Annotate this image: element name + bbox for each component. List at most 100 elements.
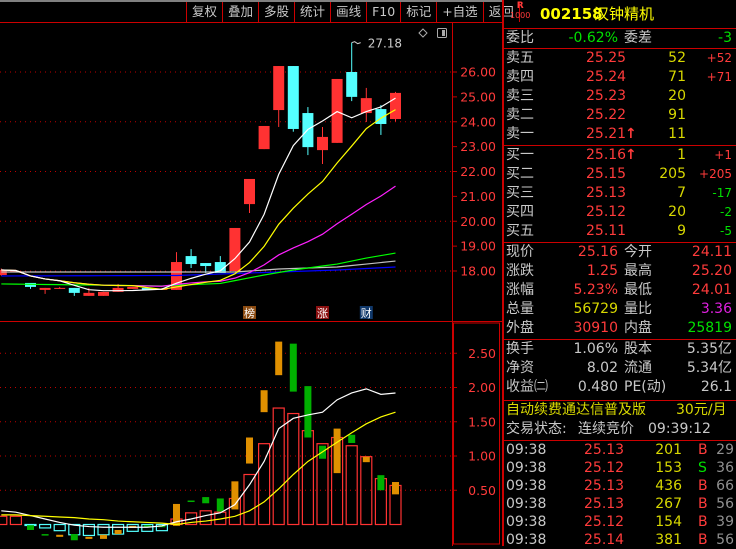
indicator-bar-down <box>41 534 49 536</box>
candle-up <box>273 66 285 111</box>
volume-bar-down <box>53 523 66 532</box>
indicator-bar-down <box>289 343 297 392</box>
asks-row[interactable]: 卖四 25.24 71 +71 <box>506 68 734 87</box>
indicator-bar-down <box>187 500 195 503</box>
indicator-bar-up <box>333 428 341 474</box>
kline-chart[interactable]: 26.00 25.00 24.00 23.00 22.00 21.00 20.00 19.00… <box>0 0 502 546</box>
bids-row[interactable]: 买五 25.11 9 -5 <box>506 222 734 241</box>
lower-axis-label: 1.00 <box>468 449 496 464</box>
candle-up <box>331 78 343 143</box>
quote-row: 现价 25.16 今开 24.11 <box>506 244 732 260</box>
lower-axis-label: 1.50 <box>468 414 496 429</box>
bids-row[interactable]: 买四 25.12 20 -2 <box>506 203 734 222</box>
price-axis-label: 19.00 <box>460 239 496 254</box>
price-axis-label: 18.00 <box>460 264 496 279</box>
candle-up <box>127 286 139 289</box>
price-axis-label: 20.00 <box>460 214 496 229</box>
indicator-bar-up <box>56 534 64 537</box>
volume-bar-up <box>345 445 358 526</box>
indicator-bar-up <box>85 536 93 539</box>
candle-up <box>229 227 241 271</box>
candle-up <box>317 136 328 151</box>
bids-row[interactable]: 买三 25.13 7 -17 <box>506 184 734 203</box>
indicator-bar-up <box>275 341 283 376</box>
volume-bar-up <box>287 412 300 526</box>
indicator-bar-down <box>348 434 356 443</box>
finance-row: 净资 8.02 流通 5.34亿 <box>506 360 732 376</box>
asks-row[interactable]: 卖二 25.22 91 <box>506 106 734 125</box>
asks-row[interactable]: 卖三 25.23 20 <box>506 87 734 106</box>
candle-down <box>287 66 299 129</box>
lower-axis-label: 2.00 <box>468 380 496 395</box>
high-price-label: 27.18 <box>368 37 402 51</box>
promo-banner[interactable]: 自动续费通达信普及版 30元/月 <box>506 401 734 420</box>
rights-badge: R 1000 <box>510 1 531 21</box>
indicator-bar-up <box>260 390 268 413</box>
tick-row: 09:38 25.12 153 S 36 <box>506 460 734 476</box>
tick-row: 09:38 25.13 201 B 29 <box>506 442 734 458</box>
indicator-bar-down <box>202 497 210 504</box>
tick-row: 09:38 25.13 267 B 56 <box>506 496 734 512</box>
candle-up <box>98 291 109 296</box>
indicator-bar-up <box>392 482 399 495</box>
candle-up <box>54 287 66 289</box>
volume-bar-up <box>0 515 8 526</box>
indicator-bar-down <box>70 534 78 541</box>
candle-down <box>200 263 212 267</box>
price-axis-label: 21.00 <box>460 189 496 204</box>
indicator-bar-down <box>216 498 224 512</box>
quote-row: 涨幅 5.23% 最低 24.01 <box>506 282 732 298</box>
bids-row[interactable]: 买二 25.15 205 +205 <box>506 165 734 184</box>
volume-bar-up <box>9 515 22 526</box>
indicator-bar-down <box>377 475 385 491</box>
stock-name: 汉钟精机 <box>594 5 655 23</box>
volume-bar-up <box>243 473 256 526</box>
quote-panel: R 1000 002158 汉钟精机 委比 -0.62% 委差 -3 卖五 25.… <box>502 0 736 548</box>
candle-up <box>390 92 401 120</box>
weibi-row: 委比 -0.62% 委差 -3 <box>506 30 732 46</box>
candle-up <box>258 125 270 150</box>
diamond-icon[interactable] <box>418 28 428 38</box>
candle-up <box>244 178 255 205</box>
candle-up <box>83 292 95 296</box>
tick-row: 09:38 25.13 436 B 66 <box>506 478 734 494</box>
price-axis-label: 23.00 <box>460 139 496 154</box>
event-marker-label: 涨 <box>317 307 328 320</box>
volume-bar-down <box>97 523 110 536</box>
lower-axis-label: 2.50 <box>468 346 496 361</box>
indicator-bar-down <box>304 386 312 438</box>
finance-row: 收益㈡ 0.480 PE(动) 26.1 <box>506 379 732 395</box>
volume-bar-down <box>38 523 52 529</box>
indicator-bar-up <box>362 456 370 463</box>
up-arrow-icon: ↑ <box>625 147 637 163</box>
indicator-bar-up <box>100 534 107 539</box>
candle-down <box>185 256 197 265</box>
high-flag-icon <box>351 41 361 45</box>
tick-row: 09:38 25.12 154 B 39 <box>506 514 734 530</box>
quote-row: 涨跌 1.25 最高 25.20 <box>506 263 732 279</box>
up-arrow-icon: ↑ <box>625 126 637 142</box>
quote-row: 外盘 30910 内盘 25819 <box>506 320 732 336</box>
price-axis-label: 26.00 <box>460 65 496 80</box>
lower-axis-label: 0.50 <box>468 483 496 498</box>
asks-row[interactable]: 卖一 25.21 ↑ 11 <box>506 125 734 144</box>
indicator-bar-down <box>27 525 34 530</box>
candle-down <box>346 72 358 97</box>
candle-up <box>39 287 51 290</box>
price-axis-label: 25.00 <box>460 89 496 104</box>
indicator-bar-up <box>114 529 122 535</box>
tick-row: 09:38 25.14 381 B 56 <box>506 532 734 548</box>
event-marker-label: 财 <box>361 306 372 320</box>
price-axis-label: 22.00 <box>460 164 496 179</box>
volume-bar-up <box>301 430 314 526</box>
candle-down <box>68 287 80 293</box>
asks-row[interactable]: 卖五 25.25 52 +52 <box>506 49 734 68</box>
panel-toggle-icon-fill <box>442 30 445 36</box>
quote-row: 总量 56729 量比 3.36 <box>506 301 732 317</box>
bids-row[interactable]: 买一 25.16 ↑ 1 +1 <box>506 146 734 165</box>
price-axis-label: 24.00 <box>460 114 496 129</box>
trade-status: 交易状态: 连续竞价 09:39:12 <box>506 421 711 437</box>
finance-row: 换手 1.06% 股本 5.35亿 <box>506 341 732 357</box>
event-marker-label: 榜 <box>244 306 255 320</box>
stock-header: R 1000 002158 汉钟精机 <box>506 1 734 28</box>
